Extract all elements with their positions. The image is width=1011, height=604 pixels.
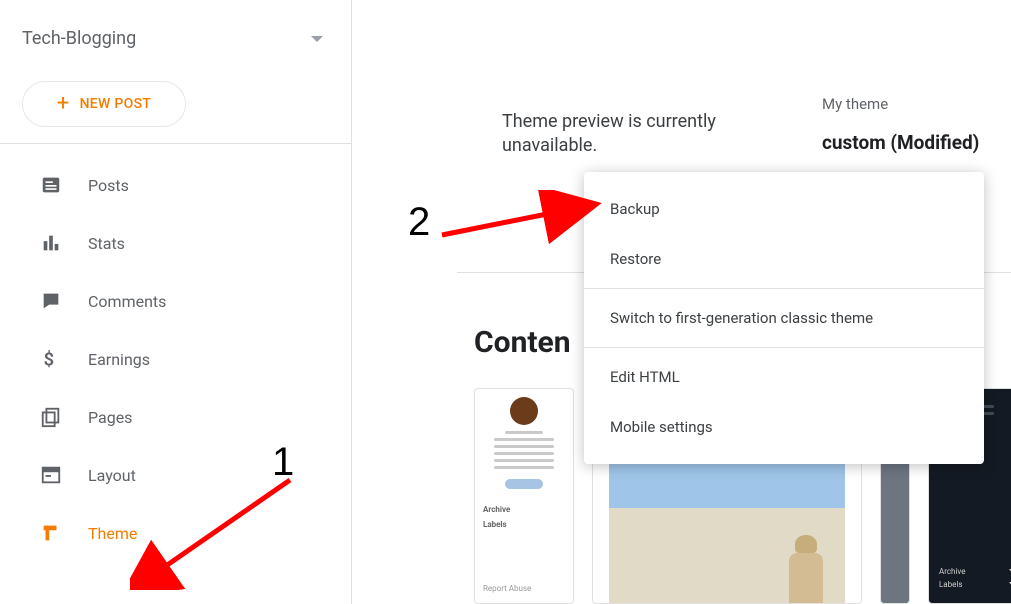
theme-preview-unavailable: Theme preview is currently unavailable. [502,110,772,159]
divider [584,347,984,348]
divider [584,288,984,289]
sidebar-item-layout[interactable]: Layout [0,446,351,504]
layout-icon [40,464,62,486]
menu-item-edit-html[interactable]: Edit HTML [584,352,984,402]
thumb-report-label: Report Abuse [483,584,531,593]
sidebar-item-posts[interactable]: Posts [0,156,351,214]
thumb-archive-label: Archive [483,505,510,514]
my-theme-label: My theme [822,95,979,113]
sidebar-item-comments[interactable]: Comments [0,272,351,330]
my-theme-value: custom (Modified) [822,131,979,154]
menu-item-switch-classic[interactable]: Switch to first-generation classic theme [584,293,984,343]
menu-item-mobile-settings[interactable]: Mobile settings [584,402,984,452]
sidebar-item-label: Stats [88,234,125,253]
sidebar-item-earnings[interactable]: $ Earnings [0,330,351,388]
sidebar: Tech-Blogging + NEW POST Posts Stats [0,0,352,604]
new-post-button[interactable]: + NEW POST [22,81,186,127]
theme-thumbnail[interactable]: Archive Labels Report Abuse [474,388,574,604]
chevron-down-icon [311,36,323,42]
menu-item-restore[interactable]: Restore [584,234,984,284]
avatar-icon [510,397,538,425]
sidebar-item-label: Layout [88,466,136,485]
sidebar-item-pages[interactable]: Pages [0,388,351,446]
stats-icon [40,232,62,254]
sidebar-item-label: Comments [88,292,166,311]
svg-text:$: $ [44,349,54,370]
sidebar-item-label: Posts [88,176,129,195]
content-section-title: Conten [474,325,571,360]
posts-icon [40,174,62,196]
sidebar-nav: Posts Stats Comments $ Earnings [0,144,351,562]
theme-icon [40,522,62,544]
sidebar-item-label: Earnings [88,350,150,369]
sidebar-item-stats[interactable]: Stats [0,214,351,272]
pages-icon [40,406,62,428]
new-post-label: NEW POST [80,96,152,112]
sidebar-item-label: Pages [88,408,132,427]
thumb-labels-label: Labels [939,580,962,589]
sidebar-item-label: Theme [88,524,137,543]
thumb-archive-label: Archive [939,567,965,576]
theme-actions-menu: Backup Restore Switch to first-generatio… [584,172,984,464]
comments-icon [40,290,62,312]
thumb-labels-label: Labels [483,520,507,529]
plus-icon: + [57,93,70,115]
sidebar-item-theme[interactable]: Theme [0,504,351,562]
blog-select[interactable]: Tech-Blogging [0,20,351,57]
blog-name: Tech-Blogging [22,28,136,49]
earnings-icon: $ [40,348,62,370]
theme-info: My theme custom (Modified) [822,95,979,154]
menu-item-backup[interactable]: Backup [584,184,984,234]
